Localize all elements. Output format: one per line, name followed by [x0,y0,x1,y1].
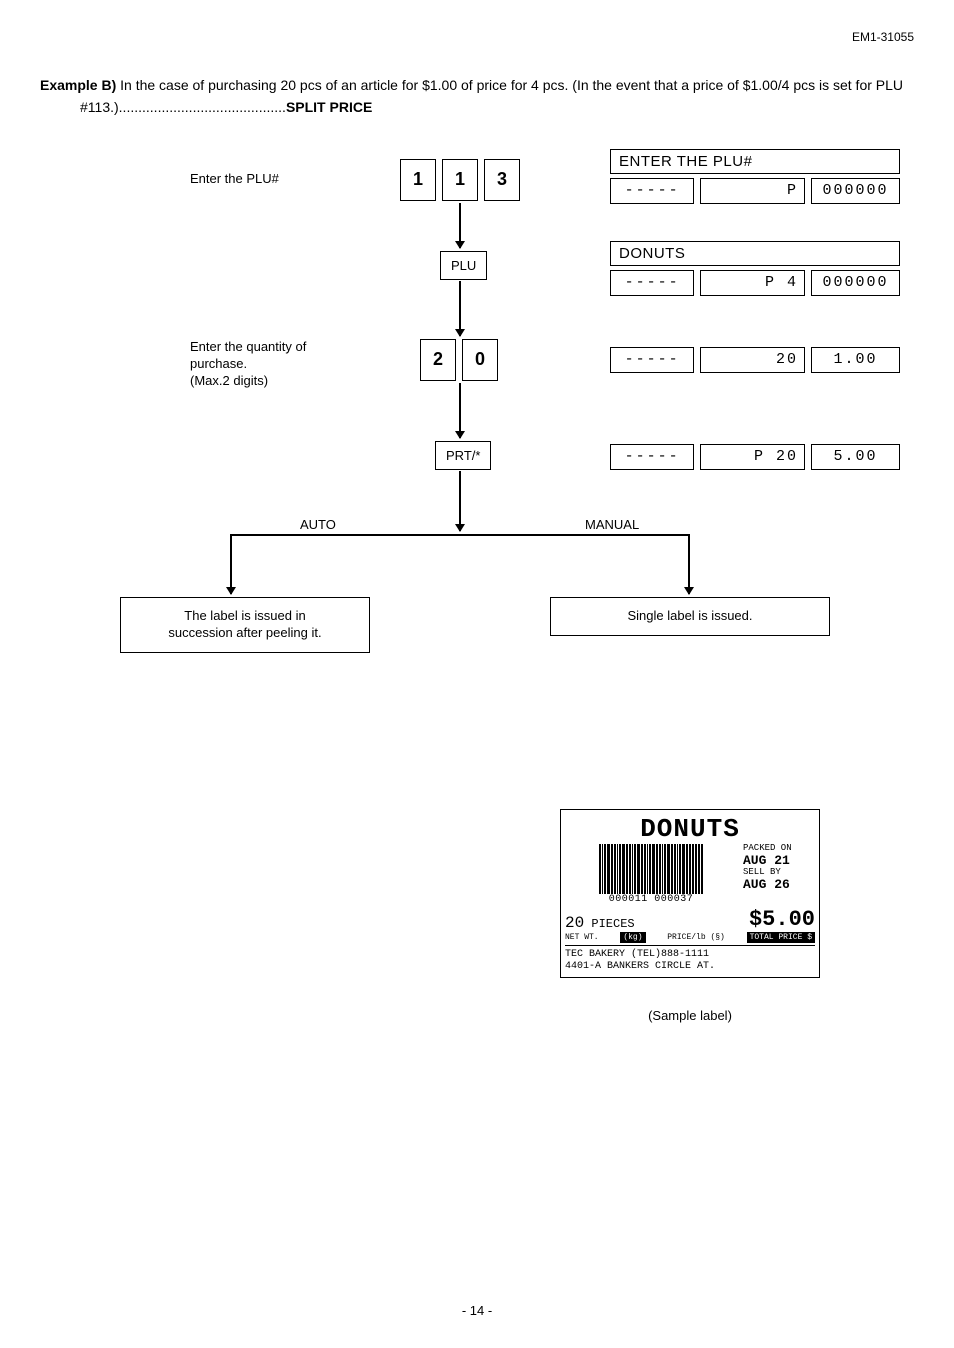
kg-badge: (kg) [620,932,645,943]
total-price: $5.00 [749,907,815,932]
page-number: - 14 - [40,1303,914,1318]
arrow-left-down [230,564,232,594]
instr-qty: Enter the quantity of purchase. (Max.2 d… [190,339,390,390]
barcode-number: 000011 000037 [609,894,694,905]
result-manual: Single label is issued. [550,597,830,636]
sample-caption: (Sample label) [560,1008,820,1023]
disp1-a: ----- [610,178,694,204]
label-address: TEC BAKERY (TEL)888-1111 4401-A BANKERS … [565,945,815,973]
label-manual: MANUAL [585,517,639,532]
addr-line1: TEC BAKERY (TEL)888-1111 [565,949,815,961]
key-1b: 1 [442,159,478,201]
sample-label: DONUTS 000011 000037 PACKED ON AUG 21 SE… [560,809,820,1023]
key-3: 3 [484,159,520,201]
sell-by: AUG 26 [743,878,815,892]
display-3: ----- 20 1.00 [610,347,900,373]
result-auto-l2: succession after peeling it. [168,625,321,640]
keyrow-20: 2 0 [420,339,498,381]
disp4-c: 5.00 [811,444,900,470]
example-paragraph: Example B) In the case of purchasing 20 … [40,74,914,119]
addr-line2: 4401-A BANKERS CIRCLE AT. [565,961,815,973]
barcode: 000011 000037 [565,844,737,905]
instr-qty-l1: Enter the quantity of [190,339,306,354]
disp2-b: P 4 [700,270,805,296]
keyrow-113: 1 1 3 [400,159,520,201]
disp1-b: P [700,178,805,204]
display-4: ----- P 20 5.00 [610,444,900,470]
result-auto: The label is issued in succession after … [120,597,370,653]
disp2-c: 000000 [811,270,900,296]
label-dates: PACKED ON AUG 21 SELL BY AUG 26 [743,844,815,892]
example-dots: ........................................… [119,99,286,115]
packed-on: AUG 21 [743,854,815,868]
example-label: Example B) [40,77,116,93]
pieces-text: PIECES [591,917,634,931]
disp4-a: ----- [610,444,694,470]
disp1-top: ENTER THE PLU# [610,149,900,174]
key-1: 1 [400,159,436,201]
key-plu: PLU [440,251,487,280]
pieces-num: 20 [565,914,584,932]
arrow-3 [459,383,461,438]
result-auto-l1: The label is issued in [184,608,305,623]
totalprice-badge: TOTAL PRICE $ [747,932,815,943]
key-prt: PRT/* [435,441,491,470]
disp1-c: 000000 [811,178,900,204]
arrow-1 [459,203,461,248]
disp2-a: ----- [610,270,694,296]
flow-diagram: Enter the PLU# 1 1 3 PLU Enter the quant… [110,159,914,749]
key-0: 0 [462,339,498,381]
disp3-b: 20 [700,347,805,373]
doc-code: EM1-31055 [40,30,914,44]
label-title: DONUTS [565,814,815,844]
arrow-2 [459,281,461,336]
netwt-lbl: NET WT. [565,933,599,942]
split-right [688,534,690,564]
key-2: 2 [420,339,456,381]
disp3-c: 1.00 [811,347,900,373]
disp4-b: P 20 [700,444,805,470]
instr-enter-plu: Enter the PLU# [190,171,390,188]
arrow-right-down [688,564,690,594]
instr-qty-l2: purchase. [190,356,247,371]
split-left [230,534,232,564]
display-2: DONUTS ----- P 4 000000 [610,241,900,296]
arrow-4 [459,471,461,531]
priceper-lbl: PRICE/lb (§) [667,933,725,942]
barcode-bars [599,844,703,894]
instr-qty-l3: (Max.2 digits) [190,373,268,388]
example-suffix: SPLIT PRICE [286,99,372,115]
display-1: ENTER THE PLU# ----- P 000000 [610,149,900,204]
disp3-a: ----- [610,347,694,373]
pieces: 20 PIECES [565,914,635,932]
disp2-top: DONUTS [610,241,900,266]
split-h [230,534,690,536]
label-auto: AUTO [300,517,336,532]
